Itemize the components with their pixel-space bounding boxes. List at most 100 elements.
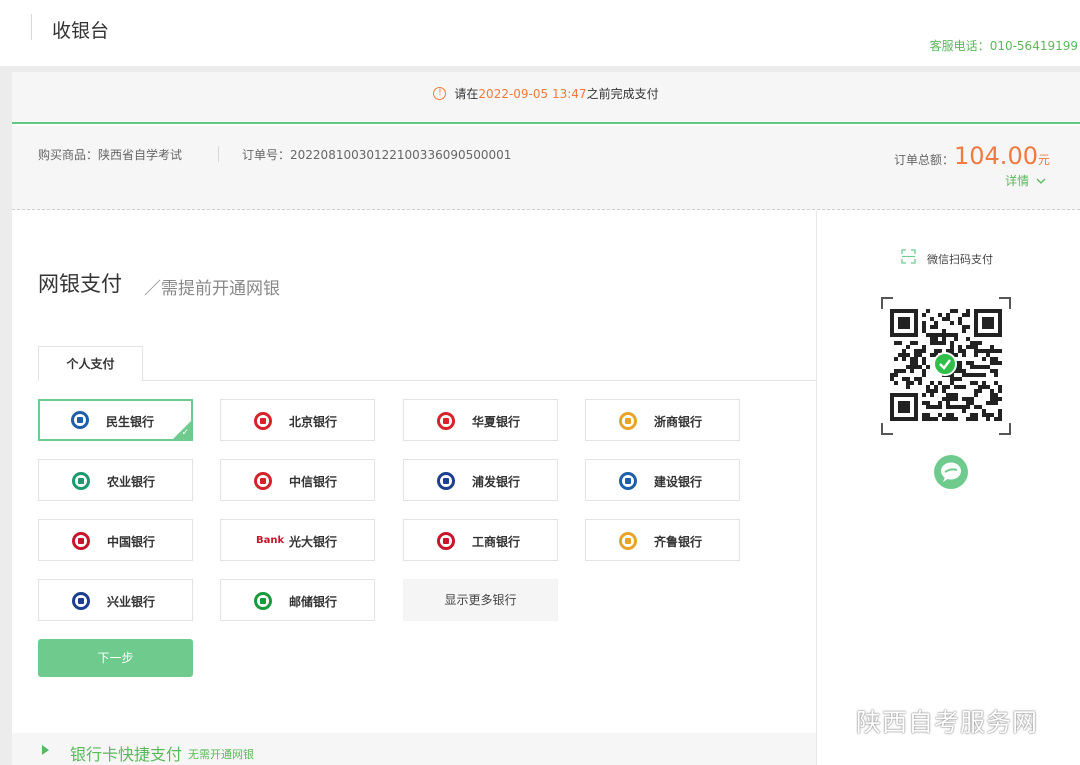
bank-logo-icon xyxy=(71,411,89,429)
bank-name: 浙商银行 xyxy=(654,415,703,429)
bank-option[interactable]: 农业银行 xyxy=(38,459,193,501)
deadline-prefix: 请在 xyxy=(454,87,479,101)
order-number-label: 订单号： xyxy=(242,148,291,162)
bank-option[interactable]: 齐鲁银行 xyxy=(585,519,740,561)
quick-pay-section[interactable]: 银行卡快捷支付 无需开通网银 xyxy=(12,733,816,765)
qr-corner xyxy=(881,297,893,309)
netbank-subtitle: ／需提前开通网银 xyxy=(144,279,280,299)
quick-pay-hint: 无需开通网银 xyxy=(188,748,254,761)
wechat-watermark-icon xyxy=(819,713,847,735)
bank-logo-mark xyxy=(78,478,84,484)
hotline-label: 客服电话： xyxy=(929,39,990,53)
wechat-pay-panel: 微信扫码支付 xyxy=(816,211,1080,765)
bank-logo-icon xyxy=(254,412,272,430)
warning-icon: ! xyxy=(433,87,447,100)
bank-option[interactable]: 民生银行 ✓ xyxy=(38,399,193,441)
netbank-payment-panel: 网银支付 ／需提前开通网银 个人支付 民生银行 ✓ 北京银行 华夏银行 浙商银行农业银行… xyxy=(12,211,816,765)
top-bar: 收银台 客服电话：010-56419199 xyxy=(0,0,1080,66)
wechat-chat-icon xyxy=(934,455,968,489)
wechat-logo-icon xyxy=(933,352,957,376)
bank-name: 农业银行 xyxy=(107,475,156,489)
bank-option[interactable]: 中国银行 xyxy=(38,519,193,561)
bank-name: 工商银行 xyxy=(472,535,521,549)
bank-name: 光大银行 xyxy=(289,535,338,549)
bank-logo-icon xyxy=(72,592,90,610)
qr-corner xyxy=(881,423,893,435)
customer-service-hotline: 客服电话：010-56419199 xyxy=(930,37,1078,54)
scan-icon xyxy=(901,249,916,264)
bank-logo-icon xyxy=(72,472,90,490)
bank-option[interactable]: 兴业银行 xyxy=(38,579,193,621)
check-icon: ✓ xyxy=(181,428,189,438)
order-total-amount: 104.00 xyxy=(954,142,1038,170)
bank-option[interactable]: 北京银行 xyxy=(220,399,375,441)
payment-deadline-notice: ! 请在2022-09-05 13:47之前完成支付 xyxy=(12,72,1080,124)
order-number: 订单号：20220810030122100336090500001 xyxy=(242,146,511,163)
chevron-down-icon xyxy=(1036,178,1046,184)
bank-name: 民生银行 xyxy=(106,415,155,429)
product-value: 陕西省自学考试 xyxy=(98,148,183,162)
bank-logo-mark xyxy=(443,478,449,484)
watermark: 陕西自考服务网 xyxy=(818,703,1038,739)
bank-logo-icon xyxy=(437,532,455,550)
bank-name: 建设银行 xyxy=(654,475,703,489)
bank-logo-icon xyxy=(254,472,272,490)
next-step-button[interactable]: 下一步 xyxy=(38,639,193,677)
quick-pay-label: 银行卡快捷支付 xyxy=(70,745,183,764)
bank-option[interactable]: 工商银行 xyxy=(403,519,558,561)
caret-right-icon xyxy=(42,745,49,755)
qr-corner xyxy=(999,297,1011,309)
bank-name: 邮储银行 xyxy=(289,595,338,609)
bank-logo-icon xyxy=(72,532,90,550)
tab-personal-payment[interactable]: 个人支付 xyxy=(38,346,143,381)
product-info: 购买商品：陕西省自学考试 xyxy=(38,146,182,163)
bank-logo-icon xyxy=(619,472,637,490)
bank-option[interactable]: 浙商银行 xyxy=(585,399,740,441)
netbank-title: 网银支付 xyxy=(38,272,122,296)
bank-option[interactable]: Bank 光大银行 xyxy=(220,519,375,561)
order-total-unit: 元 xyxy=(1037,153,1050,167)
bank-logo-icon xyxy=(619,412,637,430)
bank-logo-mark xyxy=(260,418,266,424)
wechat-pay-title: 微信扫码支付 xyxy=(927,253,993,266)
bank-name: 中信银行 xyxy=(289,475,338,489)
bank-logo-mark xyxy=(625,418,631,424)
bank-option[interactable]: 邮储银行 xyxy=(220,579,375,621)
bank-option[interactable]: 浦发银行 xyxy=(403,459,558,501)
hotline-number: 010-56419199 xyxy=(989,39,1078,53)
bank-option[interactable]: 华夏银行 xyxy=(403,399,558,441)
bank-name: 浦发银行 xyxy=(472,475,521,489)
bank-logo-mark xyxy=(443,418,449,424)
order-info-bar: 购买商品：陕西省自学考试 订单号：20220810030122100336090… xyxy=(12,126,1080,210)
bank-logo-mark xyxy=(260,478,266,484)
bank-logo-mark xyxy=(625,478,631,484)
order-total-label: 订单总额： xyxy=(893,153,954,167)
bank-name: 北京银行 xyxy=(289,415,338,429)
bank-logo-icon xyxy=(254,592,272,610)
order-info-divider xyxy=(218,146,219,162)
order-details-label: 详情 xyxy=(1005,174,1030,188)
order-details-toggle[interactable]: 详情 xyxy=(1005,172,1046,189)
order-number-value: 20220810030122100336090500001 xyxy=(290,148,512,162)
tab-divider xyxy=(38,380,816,381)
show-more-banks-button[interactable]: 显示更多银行 xyxy=(403,579,558,621)
bank-name: 齐鲁银行 xyxy=(654,535,703,549)
checkout-card: ! 请在2022-09-05 13:47之前完成支付 购买商品：陕西省自学考试 订… xyxy=(12,72,1080,765)
page-title: 收银台 xyxy=(52,20,110,42)
bank-name: 兴业银行 xyxy=(107,595,156,609)
bank-logo-icon xyxy=(619,532,637,550)
deadline-suffix: 之前完成支付 xyxy=(586,87,659,101)
order-total: 订单总额：104.00元 xyxy=(894,142,1050,170)
bank-logo-icon xyxy=(437,412,455,430)
bank-name: 华夏银行 xyxy=(472,415,521,429)
product-label: 购买商品： xyxy=(38,148,99,162)
bank-option[interactable]: 中信银行 xyxy=(220,459,375,501)
bank-name: 中国银行 xyxy=(107,535,156,549)
bank-logo-icon: Bank xyxy=(256,535,285,546)
qr-corner xyxy=(999,423,1011,435)
bank-logo-mark xyxy=(78,538,84,544)
bank-logo-mark xyxy=(625,538,631,544)
header-divider xyxy=(31,14,32,40)
bank-option[interactable]: 建设银行 xyxy=(585,459,740,501)
qr-code-frame xyxy=(881,297,1011,435)
